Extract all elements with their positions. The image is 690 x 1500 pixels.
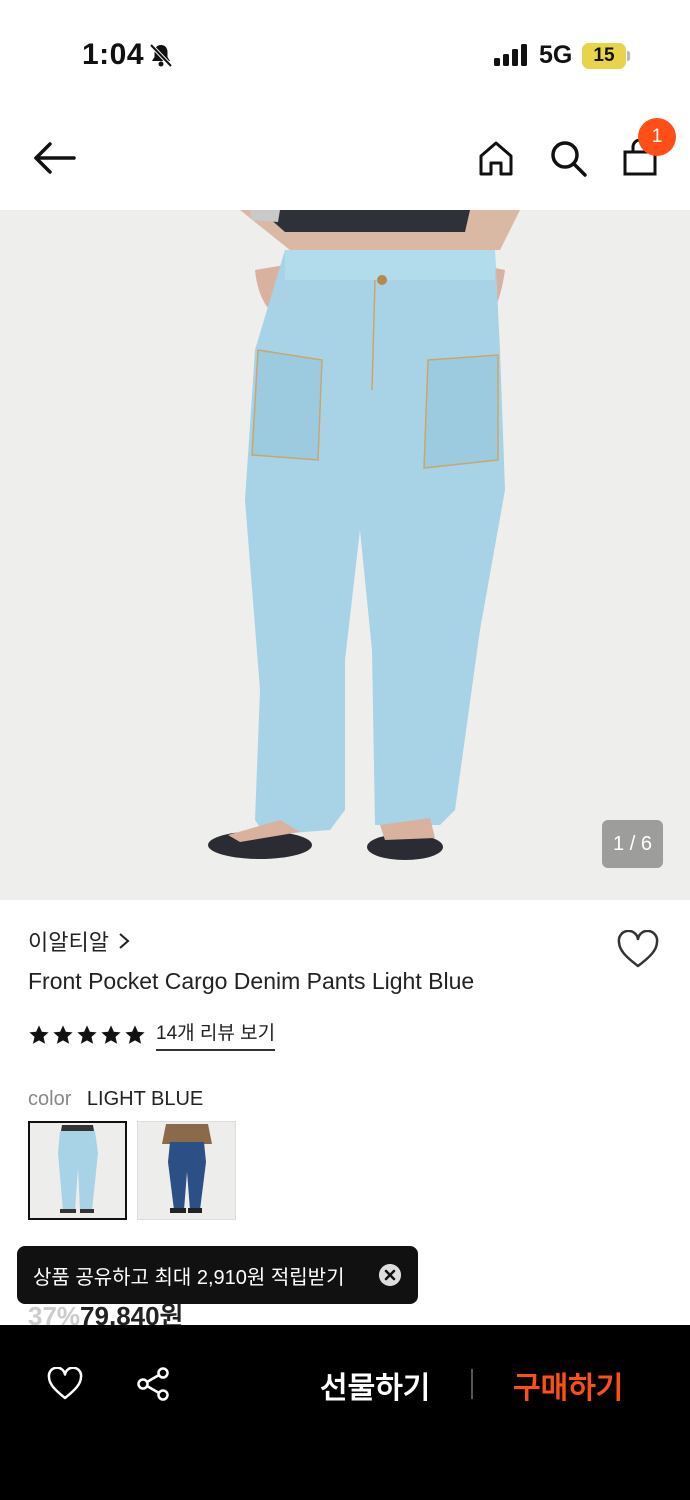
top-nav-bar — [0, 110, 690, 210]
heart-icon[interactable] — [47, 1367, 83, 1401]
gift-button[interactable]: 선물하기 — [320, 1363, 430, 1407]
star-icon — [101, 1024, 121, 1044]
swatch-thumbnail — [162, 1124, 212, 1213]
rating-row: 14개 리뷰 보기 — [28, 1018, 276, 1051]
color-value: LIGHT BLUE — [86, 1088, 204, 1110]
battery-indicator: 15 — [582, 43, 626, 69]
battery-tip — [627, 51, 630, 61]
status-time: 1:04 — [82, 38, 145, 71]
back-arrow-icon[interactable] — [30, 138, 80, 178]
heart-icon[interactable] — [616, 930, 660, 970]
swatch-thumbnail — [58, 1125, 98, 1213]
color-swatch-dark-blue[interactable] — [137, 1121, 236, 1220]
chevron-right-icon — [119, 933, 130, 949]
close-icon[interactable] — [379, 1264, 401, 1286]
search-icon[interactable] — [548, 138, 588, 178]
color-swatch-light-blue[interactable] — [28, 1121, 127, 1220]
product-image[interactable] — [0, 210, 690, 900]
review-link[interactable]: 14개 리뷰 보기 — [156, 1018, 276, 1051]
buy-button[interactable]: 구매하기 — [513, 1363, 623, 1407]
color-label: color — [28, 1088, 72, 1110]
share-icon[interactable] — [136, 1367, 170, 1401]
product-title: Front Pocket Cargo Denim Pants Light Blu… — [28, 968, 475, 994]
image-counter: 1 / 6 — [602, 820, 663, 868]
star-icon — [77, 1024, 97, 1044]
home-icon[interactable] — [476, 138, 516, 178]
color-row: color LIGHT BLUE — [28, 1088, 203, 1111]
toast-message: 상품 공유하고 최대 2,910원 적립받기 — [33, 1266, 345, 1289]
brand-link[interactable]: 이알티알 — [28, 925, 131, 957]
star-icon — [53, 1024, 73, 1044]
network-label: 5G — [539, 41, 573, 69]
star-icon — [125, 1024, 145, 1044]
bottom-action-bar: 선물하기 구매하기 — [0, 1325, 690, 1500]
brand-name: 이알티알 — [28, 930, 109, 955]
status-bar: 1:04 5G 15 — [0, 0, 690, 110]
bell-off-icon — [149, 43, 173, 68]
product-photo — [0, 210, 690, 900]
cart-count-badge: 1 — [638, 118, 676, 156]
signal-icon — [494, 44, 527, 66]
star-icon — [29, 1024, 49, 1044]
divider — [471, 1369, 473, 1399]
share-reward-toast: 상품 공유하고 최대 2,910원 적립받기 — [17, 1246, 418, 1304]
